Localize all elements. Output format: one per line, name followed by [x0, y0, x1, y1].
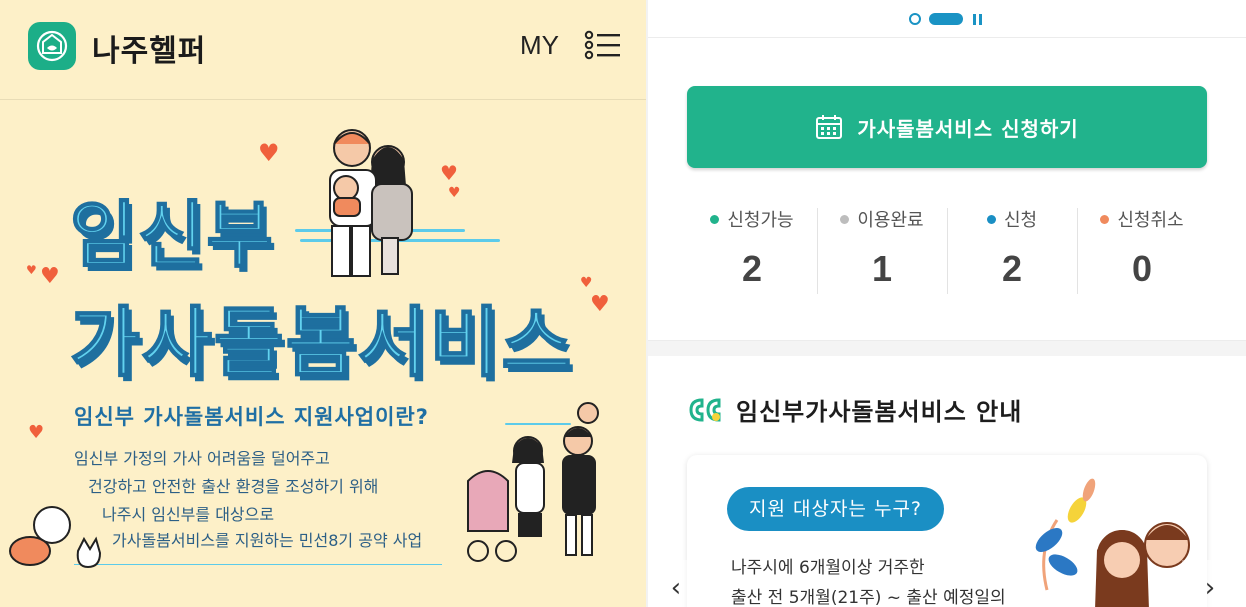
stat-label: 신청취소	[1117, 210, 1184, 231]
card-text-line: 출산 전 5개월(21주) ~ 출산 예정일의	[731, 588, 1006, 607]
banner-description-line: 나주시 임신부를 대상으로	[102, 505, 275, 524]
status-dot-icon	[710, 214, 720, 224]
heart-icon: ♥	[580, 275, 593, 291]
heart-icon: ♥	[590, 292, 610, 317]
status-stats: 신청가능 2 이용완료 1 신청 2 신청취소 0	[687, 200, 1207, 300]
section-separator	[648, 340, 1246, 356]
guide-card: 지원 대상자는 누구? 나주시에 6개월이상 거주한 출산 전 5개월(21주)…	[687, 455, 1207, 607]
dot-active-icon[interactable]	[929, 13, 963, 25]
stat-available[interactable]: 신청가능 2	[687, 200, 817, 300]
heart-icon: ♥	[440, 161, 458, 185]
banner-panel: 나주헬퍼 MY ♥ ♥ ♥ ♥ ♥ ♥ ♥ ♥ 임신부 가사돌봄서비스 임신부 …	[0, 0, 646, 607]
app-header: 나주헬퍼 MY	[0, 0, 646, 100]
heart-icon: ♥	[448, 185, 461, 201]
my-page-link[interactable]: MY	[520, 30, 559, 61]
stat-cancelled[interactable]: 신청취소 0	[1077, 200, 1207, 300]
apply-service-button[interactable]: 가사돌봄서비스 신청하기	[687, 86, 1207, 168]
quote-icon	[689, 397, 721, 422]
family-illustration	[329, 129, 413, 277]
card-text-line: 나주시에 6개월이상 거주한	[731, 558, 925, 578]
target-question-pill: 지원 대상자는 누구?	[727, 487, 945, 531]
stat-count: 1	[871, 248, 893, 289]
carousel-indicator	[648, 0, 1246, 38]
heart-icon: ♥	[26, 263, 37, 277]
stat-label: 신청	[1003, 210, 1038, 231]
stat-label: 신청가능	[727, 210, 794, 231]
nest-logo-icon[interactable]	[28, 22, 76, 70]
service-panel: 가사돌봄서비스 신청하기 신청가능 2 이용완료 1 신청 2 신청취소 0 임…	[648, 0, 1246, 607]
calendar-icon	[816, 115, 843, 139]
chevron-left-icon[interactable]: ‹	[648, 560, 704, 607]
app-title: 나주헬퍼	[92, 34, 207, 69]
guide-heading: 임신부가사돌봄서비스 안내	[688, 392, 1022, 427]
banner-title-line2: 가사돌봄서비스	[69, 297, 574, 388]
baby-cat-illustration	[9, 506, 102, 569]
dot-ring-icon[interactable]	[909, 13, 921, 25]
apply-button-label: 가사돌봄서비스 신청하기	[857, 116, 1079, 141]
status-dot-icon	[986, 214, 996, 224]
status-dot-icon	[840, 214, 850, 224]
stat-applied[interactable]: 신청 2	[947, 200, 1077, 300]
guide-title: 임신부가사돌봄서비스 안내	[736, 398, 1023, 426]
banner-title-line1: 임신부	[69, 192, 275, 278]
heart-icon: ♥	[40, 264, 60, 289]
banner-image: ♥ ♥ ♥ ♥ ♥ ♥ ♥ ♥ 임신부 가사돌봄서비스 임신부 가사돌봄서비스 …	[0, 101, 646, 607]
banner-description-line: 임신부 가정의 가사 어려움을 덜어주고	[74, 449, 330, 468]
banner-subtitle: 임신부 가사돌봄서비스 지원사업이란?	[74, 405, 429, 429]
banner-description-line: 건강하고 안전한 출산 환경을 조성하기 위해	[88, 477, 379, 496]
stat-label: 이용완료	[857, 210, 924, 231]
pause-icon[interactable]	[973, 14, 983, 25]
banner-description-line: 가사돌봄서비스를 지원하는 민선8기 공약 사업	[112, 531, 423, 550]
status-dot-icon	[1100, 214, 1110, 224]
stat-completed[interactable]: 이용완료 1	[817, 200, 947, 300]
stat-count: 2	[1001, 248, 1023, 289]
stat-count: 0	[1131, 248, 1153, 289]
chevron-right-icon[interactable]: ›	[1182, 560, 1238, 607]
heart-icon: ♥	[28, 422, 45, 443]
stat-count: 2	[741, 248, 763, 289]
heart-icon: ♥	[258, 139, 280, 167]
menu-list-icon[interactable]	[584, 30, 622, 60]
description-rule	[74, 564, 442, 565]
walking-family-illustration	[467, 402, 599, 562]
couple-illustration	[1035, 478, 1190, 607]
